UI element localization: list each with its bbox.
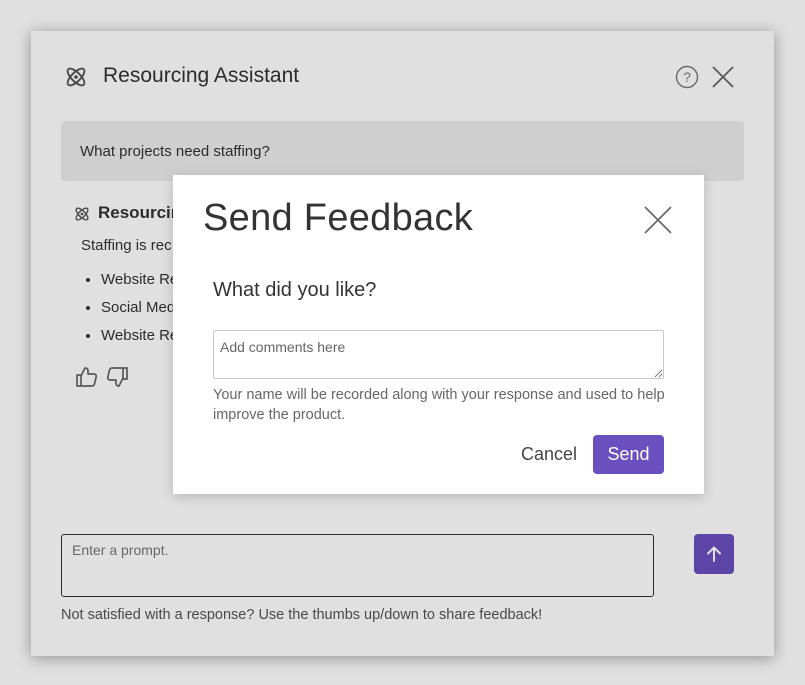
send-feedback-dialog: Send Feedback What did you like? Your na… (173, 175, 704, 494)
comments-field[interactable] (213, 330, 664, 379)
close-icon[interactable] (643, 205, 673, 235)
send-button[interactable]: Send (593, 435, 664, 474)
privacy-note: Your name will be recorded along with yo… (213, 387, 665, 423)
cancel-button[interactable]: Cancel (513, 435, 585, 473)
dialog-question: What did you like? (213, 279, 377, 301)
dialog-title: Send Feedback (203, 197, 474, 239)
